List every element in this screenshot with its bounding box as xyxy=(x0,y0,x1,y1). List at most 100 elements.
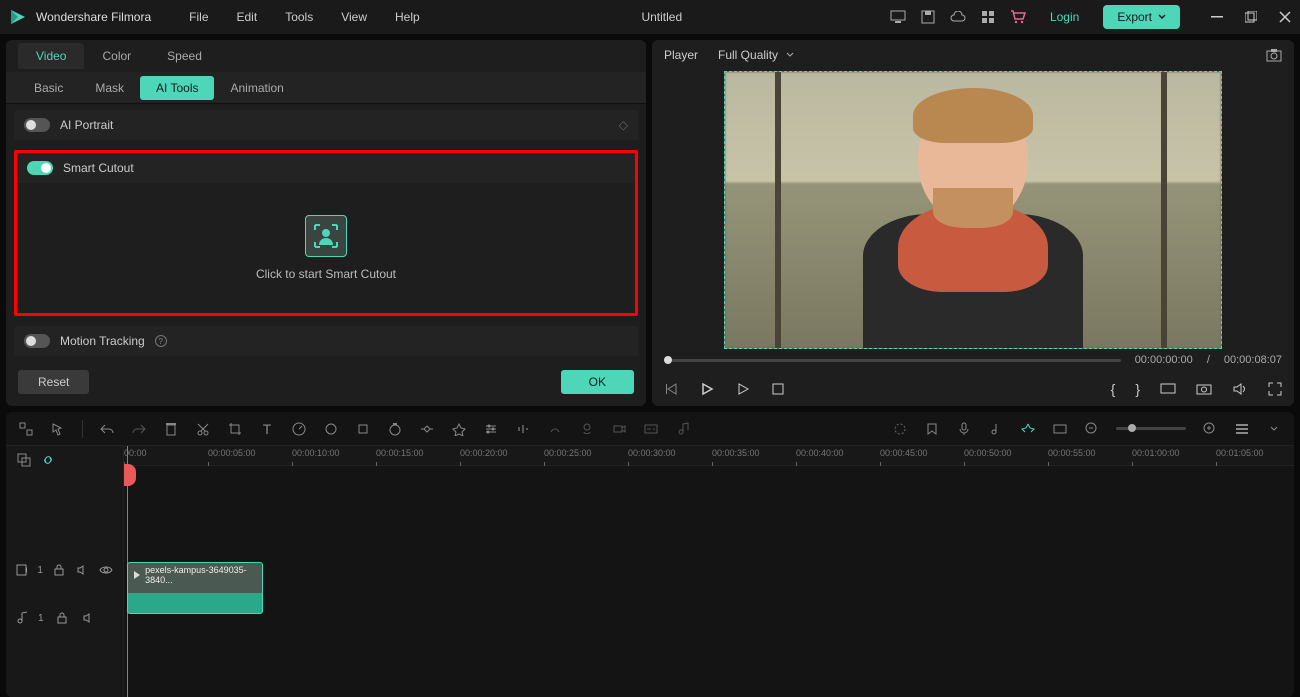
effects-icon[interactable] xyxy=(451,421,467,437)
playhead-handle[interactable] xyxy=(124,464,136,486)
music-icon[interactable] xyxy=(675,421,691,437)
cursor-tool-icon[interactable] xyxy=(50,421,66,437)
reset-button[interactable]: Reset xyxy=(18,370,89,394)
menu-view[interactable]: View xyxy=(327,0,381,34)
tab-video[interactable]: Video xyxy=(18,43,84,69)
crop-icon[interactable] xyxy=(227,421,243,437)
motion-tracking-section[interactable]: Motion Tracking ? xyxy=(14,326,638,356)
cut-icon[interactable] xyxy=(195,421,211,437)
cart-icon[interactable] xyxy=(1010,9,1026,25)
marker-icon[interactable] xyxy=(924,421,940,437)
timer-icon[interactable] xyxy=(387,421,403,437)
video-clip[interactable]: pexels-kampus-3649035-3840... xyxy=(127,562,263,614)
subtab-aitools[interactable]: AI Tools xyxy=(140,76,214,100)
camera-icon[interactable] xyxy=(1196,383,1212,395)
quality-dropdown[interactable]: Full Quality xyxy=(718,48,794,62)
smart-cutout-section[interactable]: Smart Cutout xyxy=(17,153,635,183)
voiceover-icon[interactable] xyxy=(579,421,595,437)
menu-tools[interactable]: Tools xyxy=(271,0,327,34)
display-icon[interactable] xyxy=(1160,383,1176,395)
scrub-track[interactable] xyxy=(664,359,1121,362)
stop-button[interactable] xyxy=(772,383,784,395)
menu-help[interactable]: Help xyxy=(381,0,434,34)
player-controls: { } xyxy=(652,372,1294,406)
subtab-basic[interactable]: Basic xyxy=(18,76,79,100)
subtitle-icon[interactable] xyxy=(643,421,659,437)
minimize-button[interactable] xyxy=(1210,10,1224,24)
lock-icon[interactable] xyxy=(53,562,66,578)
maximize-button[interactable] xyxy=(1244,10,1258,24)
snap-icon[interactable] xyxy=(1052,421,1068,437)
export-button[interactable]: Export xyxy=(1103,5,1180,29)
delete-icon[interactable] xyxy=(163,421,179,437)
snapshot-icon[interactable] xyxy=(1266,47,1282,63)
volume-icon[interactable] xyxy=(1232,382,1248,396)
ruler-tick: 00:00:40:00 xyxy=(796,448,844,458)
overlay-icon[interactable] xyxy=(16,452,32,468)
motion-tracking-toggle[interactable] xyxy=(24,334,50,348)
video-frame[interactable] xyxy=(724,71,1222,349)
speed-icon[interactable] xyxy=(291,421,307,437)
gutter-row-top xyxy=(6,446,123,474)
smart-cutout-start-button[interactable] xyxy=(305,215,347,257)
scrub-handle[interactable] xyxy=(664,356,672,364)
zoom-slider[interactable] xyxy=(1116,427,1186,430)
prev-frame-button[interactable] xyxy=(664,382,678,396)
panel-footer: Reset OK xyxy=(6,360,646,406)
cloud-icon[interactable] xyxy=(950,9,966,25)
zoom-in-icon[interactable] xyxy=(1202,421,1218,437)
login-button[interactable]: Login xyxy=(1040,6,1089,28)
monitor-icon[interactable] xyxy=(890,9,906,25)
keyframe-diamond-icon[interactable]: ◇ xyxy=(619,118,628,132)
keyframe-icon[interactable] xyxy=(419,421,435,437)
close-button[interactable] xyxy=(1278,10,1292,24)
tab-color[interactable]: Color xyxy=(84,43,149,69)
color-icon[interactable] xyxy=(323,421,339,437)
subtab-animation[interactable]: Animation xyxy=(214,76,299,100)
select-tool-icon[interactable] xyxy=(18,421,34,437)
info-icon[interactable]: ? xyxy=(155,335,167,347)
ruler-tick: 00:00:35:00 xyxy=(712,448,760,458)
timeline-ruler[interactable]: 00:0000:00:05:0000:00:10:0000:00:15:0000… xyxy=(124,446,1294,466)
eye-icon[interactable] xyxy=(99,562,113,578)
fullscreen-icon[interactable] xyxy=(1268,382,1282,396)
smart-cutout-toggle[interactable] xyxy=(27,161,53,175)
ai-portrait-section[interactable]: AI Portrait ◇ xyxy=(14,110,638,140)
more-icon[interactable] xyxy=(1266,421,1282,437)
render-icon[interactable] xyxy=(892,421,908,437)
detach-audio-icon[interactable] xyxy=(547,421,563,437)
ai-portrait-toggle[interactable] xyxy=(24,118,50,132)
timeline-tracks-area[interactable]: 00:0000:00:05:0000:00:10:0000:00:15:0000… xyxy=(124,446,1294,697)
play-button[interactable] xyxy=(700,382,714,396)
ruler-tick: 00:00:25:00 xyxy=(544,448,592,458)
adjust-icon[interactable] xyxy=(483,421,499,437)
track-size-icon[interactable] xyxy=(1234,421,1250,437)
mark-out-icon[interactable]: } xyxy=(1135,381,1140,397)
mute-icon[interactable] xyxy=(76,562,89,578)
zoom-out-icon[interactable] xyxy=(1084,421,1100,437)
ok-button[interactable]: OK xyxy=(561,370,634,394)
mute-icon[interactable] xyxy=(80,610,96,626)
record-icon[interactable] xyxy=(611,421,627,437)
audio-tool-icon[interactable] xyxy=(515,421,531,437)
audio-mixer-icon[interactable] xyxy=(988,421,1004,437)
text-icon[interactable]: T xyxy=(259,421,275,437)
apps-icon[interactable] xyxy=(980,9,996,25)
tab-speed[interactable]: Speed xyxy=(149,43,220,69)
prop-sub-tabs: Basic Mask AI Tools Animation xyxy=(6,72,646,104)
link-icon[interactable] xyxy=(40,452,56,468)
lock-icon[interactable] xyxy=(54,610,70,626)
play-forward-button[interactable] xyxy=(736,382,750,396)
mark-in-icon[interactable]: { xyxy=(1111,381,1116,397)
viewport[interactable] xyxy=(652,71,1294,349)
transform-icon[interactable] xyxy=(355,421,371,437)
redo-icon[interactable] xyxy=(131,421,147,437)
mic-icon[interactable] xyxy=(956,421,972,437)
menu-file[interactable]: File xyxy=(175,0,222,34)
video-track-icon xyxy=(16,564,27,576)
auto-beat-icon[interactable] xyxy=(1020,421,1036,437)
undo-icon[interactable] xyxy=(99,421,115,437)
save-icon[interactable] xyxy=(920,9,936,25)
menu-edit[interactable]: Edit xyxy=(223,0,272,34)
subtab-mask[interactable]: Mask xyxy=(79,76,140,100)
